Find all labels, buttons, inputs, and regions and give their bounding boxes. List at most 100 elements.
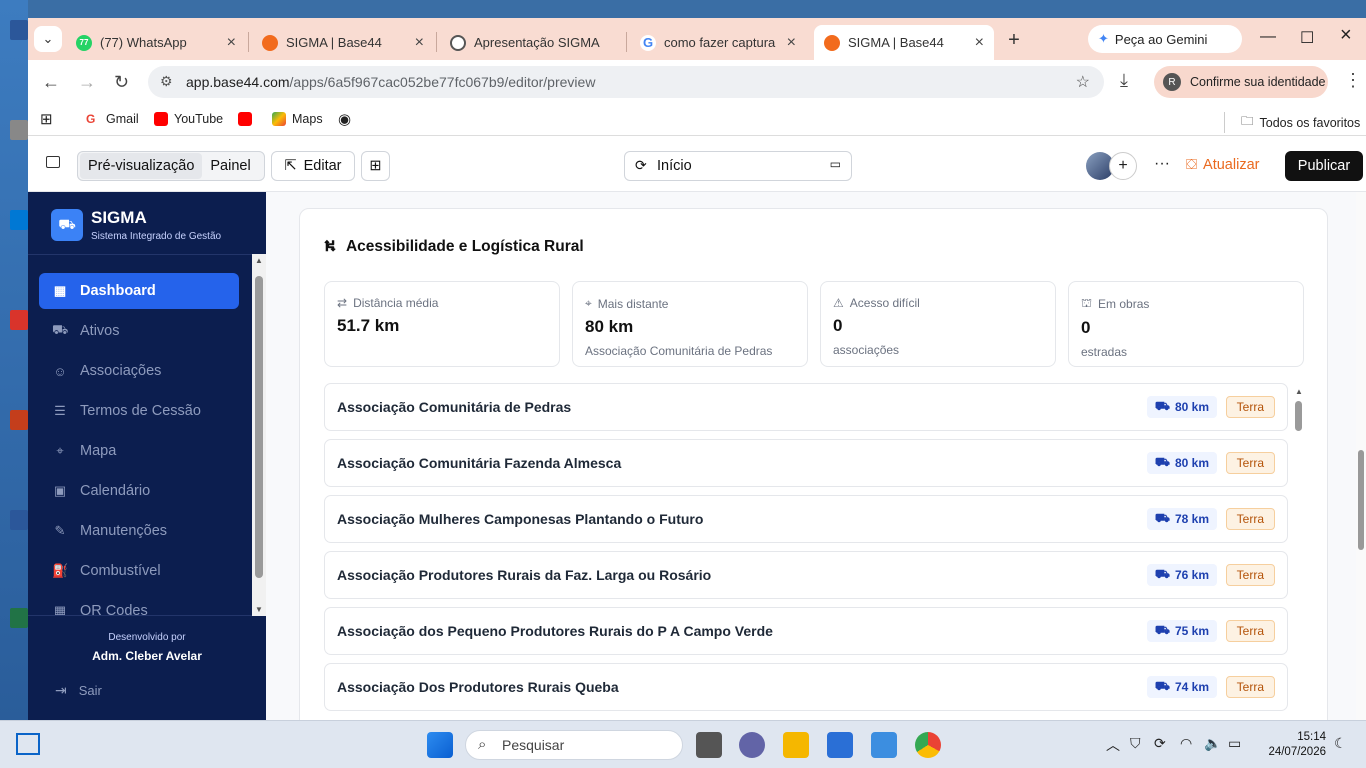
reload-button[interactable]: ↻ [114, 72, 129, 93]
layout-button[interactable]: ⊞ [361, 151, 390, 181]
sidebar-item-manutencoes[interactable]: ✎ Manutenções [39, 513, 239, 549]
tab-sigma-active[interactable]: SIGMA | Base44 × [814, 25, 994, 60]
file-explorer-icon[interactable] [783, 732, 809, 758]
sync-icon[interactable]: ⟳ [1154, 735, 1166, 752]
bookmark-youtube[interactable]: YouTube [154, 112, 223, 126]
gemini-button[interactable]: ✦ Peça ao Gemini [1088, 25, 1242, 53]
wifi-icon[interactable]: ◠ [1180, 735, 1192, 752]
bookmark-gmail[interactable]: G Gmail [86, 112, 139, 126]
base44-icon [824, 34, 840, 51]
google-icon: G [640, 34, 656, 51]
task-view-icon[interactable] [16, 733, 40, 755]
new-tab-button[interactable]: + [1002, 28, 1026, 52]
close-icon[interactable]: × [227, 34, 236, 52]
notification-icon[interactable]: ☾ [1334, 735, 1347, 752]
tab-apresentacao[interactable]: Apresentação SIGMA [440, 25, 624, 60]
invite-button[interactable]: + [1109, 152, 1137, 180]
clock[interactable]: 15:14 24/07/2026 [1256, 730, 1326, 760]
maps-icon [272, 112, 286, 126]
powerpoint-icon[interactable] [10, 410, 28, 430]
volume-icon[interactable]: 🔈 [1204, 735, 1221, 752]
minimize-button[interactable]: — [1260, 28, 1276, 46]
tab-whatsapp[interactable]: 77 (77) WhatsApp × [66, 25, 246, 60]
close-icon[interactable]: × [975, 34, 984, 52]
photos-icon[interactable] [871, 732, 897, 758]
route-selector[interactable]: ⟳ Início ▭ [624, 151, 852, 181]
bookmark-maps[interactable]: Maps [272, 112, 323, 126]
word-icon[interactable] [10, 20, 28, 40]
sidebar-item-ativos[interactable]: ⛟ Ativos [39, 313, 239, 349]
maximize-button[interactable]: ☐ [1300, 28, 1314, 48]
sidebar-item-calendario[interactable]: ▣ Calendário [39, 473, 239, 509]
url-path: /apps/6a5f967cac052be77fc067b9/editor/pr… [289, 74, 596, 90]
security-icon[interactable]: ⛉ [1130, 735, 1141, 752]
list-item[interactable]: Associação Comunitária Fazenda Almesca ⛟… [324, 439, 1288, 487]
list-item[interactable]: Associação Comunitária de Pedras ⛟ 80 km … [324, 383, 1288, 431]
section-title: ⛕ Acessibilidade e Logística Rural [324, 238, 584, 255]
window-close-button[interactable]: × [1340, 24, 1352, 47]
close-icon[interactable]: × [787, 34, 796, 52]
excel-icon[interactable] [10, 608, 28, 628]
tab-sigma[interactable]: SIGMA | Base44 × [252, 25, 434, 60]
menu-dots-icon[interactable]: ⋮ [1344, 70, 1362, 91]
all-favorites[interactable]: 🗀 Todos os favoritos [1224, 112, 1360, 133]
teams-icon[interactable] [739, 732, 765, 758]
taskbar-search[interactable]: ⌕ Pesquisar [465, 730, 683, 760]
download-icon[interactable]: ⤓ [1120, 70, 1128, 91]
page-scrollbar[interactable] [1356, 192, 1366, 720]
list-item[interactable]: Associação Mulheres Camponesas Plantando… [324, 495, 1288, 543]
car-icon: ⛟ [1154, 511, 1170, 525]
stat-card-farthest: ⌖ Mais distante 80 km Associação Comunitá… [572, 281, 808, 367]
association-name: Associação dos Pequeno Produtores Rurais… [337, 623, 773, 639]
edge-icon[interactable] [10, 210, 28, 230]
publish-button[interactable]: Publicar [1285, 151, 1363, 181]
list-scrollbar[interactable]: ▲ [1294, 387, 1304, 720]
forward-button[interactable]: → [78, 72, 96, 93]
edit-button[interactable]: ⇱ Editar [271, 151, 355, 181]
construction-icon: ⛫ [1081, 296, 1093, 310]
task-app-icon[interactable] [696, 732, 722, 758]
google-icon[interactable] [10, 120, 28, 140]
chrome-icon[interactable] [915, 732, 941, 758]
profile-identity-button[interactable]: R Confirme sua identidade [1154, 66, 1328, 98]
preview-tab[interactable]: Pré-visualização [80, 153, 203, 179]
site-settings-icon[interactable]: ⚙ [160, 73, 173, 90]
users-icon: ☺ [53, 363, 67, 379]
sidebar-item-associacoes[interactable]: ☺ Associações [39, 353, 239, 389]
list-item[interactable]: Associação dos Pequeno Produtores Rurais… [324, 607, 1288, 655]
globe-icon[interactable]: ◉ [338, 110, 351, 128]
sidebar-item-mapa[interactable]: ⌖ Mapa [39, 433, 239, 469]
close-icon[interactable]: × [415, 34, 424, 52]
panel-tab[interactable]: Painel [202, 153, 258, 179]
sidebar-item-dashboard[interactable]: ▦ Dashboard [39, 273, 239, 309]
monitor-icon[interactable]: ▭ [830, 157, 841, 171]
store-icon[interactable] [827, 732, 853, 758]
more-icon[interactable]: ··· [1154, 155, 1170, 173]
word-icon[interactable] [10, 510, 28, 530]
sidebar-scrollbar[interactable]: ▲ ▼ [252, 254, 266, 616]
update-button[interactable]: ⛋ Atualizar [1186, 157, 1259, 173]
logout-button[interactable]: ⇥ Sair [55, 682, 102, 699]
chevron-up-icon[interactable]: ︿ [1106, 735, 1120, 755]
list-item[interactable]: Associação Dos Produtores Rurais Queba ⛟… [324, 663, 1288, 711]
stat-value: 0 [833, 316, 843, 335]
bookmark-youtube-2[interactable] [238, 112, 258, 126]
sidebar-item-qrcodes[interactable]: ▦ QR Codes [39, 593, 239, 615]
windows-start-icon[interactable] [427, 732, 453, 758]
app-icon[interactable] [10, 310, 28, 330]
car-icon: ⛟ [1154, 399, 1170, 413]
address-bar[interactable]: ⚙ app.base44.com/apps/6a5f967cac052be77f… [148, 66, 1104, 98]
battery-icon[interactable]: ▭ [1228, 735, 1241, 752]
tab-search-button[interactable]: ⌄ [34, 26, 62, 52]
sidebar-item-combustivel[interactable]: ⛽ Combustível [39, 553, 239, 589]
tab-google-search[interactable]: G como fazer captura de × [630, 25, 806, 60]
apps-grid-icon[interactable]: ⊞ [40, 110, 53, 128]
star-icon[interactable]: ☆ [1076, 72, 1090, 92]
stat-value: 51.7 km [337, 316, 400, 335]
search-placeholder: Pesquisar [502, 737, 565, 753]
sidebar-item-termos[interactable]: ☰ Termos de Cessão [39, 393, 239, 429]
back-button[interactable]: ← [42, 72, 60, 93]
list-item[interactable]: Associação Produtores Rurais da Faz. Lar… [324, 551, 1288, 599]
car-icon: ⛟ [1154, 623, 1170, 637]
sidebar-toggle-icon[interactable] [46, 156, 60, 168]
